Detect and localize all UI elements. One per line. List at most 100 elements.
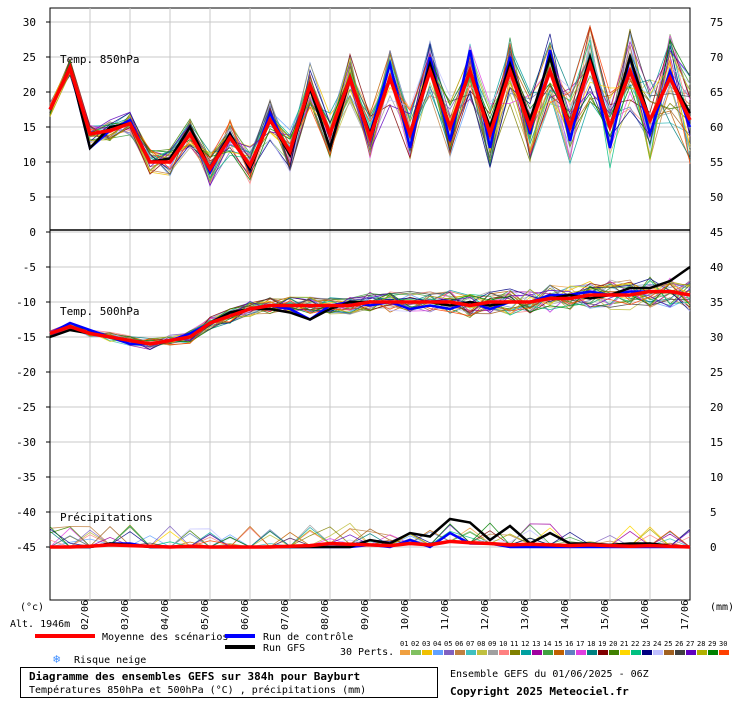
left-tick-label: -30 [16,436,36,449]
perturbation-swatch [598,650,608,655]
date-tick-label: 04/06 [160,600,171,630]
right-tick-label: 5 [710,506,717,519]
copyright: Copyright 2025 Meteociel.fr [450,685,629,698]
perturbation-swatch [697,650,707,655]
panel-label-t500: Temp. 500hPa [60,305,139,318]
left-tick-label: 5 [29,191,36,204]
right-tick-label: 50 [710,191,723,204]
perturbation-swatch [466,650,476,655]
gefs-ensemble-chart: 30 25 20 15 10 5 0 -5 -10 -15 -20 -25 -30 -35 -40 -45 75… [0,0,740,700]
perturbation-swatch [477,650,487,655]
perturbation-number: 04 [433,640,441,648]
left-tick-label: -35 [16,471,36,484]
date-tick-label: 17/06 [680,600,691,630]
left-unit-label: (°c) [20,602,44,613]
perturbation-number: 16 [565,640,573,648]
left-tick-label: 25 [23,51,36,64]
right-tick-label: 70 [710,51,723,64]
right-tick-label: 55 [710,156,723,169]
date-tick-label: 09/06 [360,600,371,630]
perturbation-swatch [719,650,729,655]
perturbation-number: 09 [488,640,496,648]
perturbation-swatch [510,650,520,655]
legend-label-control: Run de contrôle [263,631,353,643]
right-tick-label: 65 [710,86,723,99]
perturbation-swatch [433,650,443,655]
perturbation-number: 27 [686,640,694,648]
date-tick-label: 16/06 [640,600,651,630]
footer-title-box: Diagramme des ensembles GEFS sur 384h po… [20,667,438,698]
date-tick-label: 13/06 [520,600,531,630]
chart-canvas: 302520151050-5-10-15-20-25-30-35-40-4575… [10,7,734,666]
perturbation-number: 05 [444,640,452,648]
left-tick-label: 15 [23,121,36,134]
perturbation-number: 26 [675,640,683,648]
perturbation-number: 03 [422,640,430,648]
right-tick-label: 75 [710,16,723,29]
snowflake-icon: ❄ [53,652,60,666]
panel-label-precip: Précipitations [60,511,153,524]
perturbation-number: 01 [400,640,408,648]
perturbation-swatch [675,650,685,655]
right-tick-label: 10 [710,471,723,484]
perturbation-swatch [576,650,586,655]
right-tick-label: 0 [710,541,717,554]
right-tick-label: 15 [710,436,723,449]
perturbation-swatch [664,650,674,655]
left-tick-label: -15 [16,331,36,344]
perturbation-number: 08 [477,640,485,648]
chart-title: Diagramme des ensembles GEFS sur 384h po… [29,670,361,683]
perturbation-swatch [455,650,465,655]
left-tick-label: -25 [16,401,36,414]
date-tick-label: 03/06 [120,600,131,630]
right-tick-label: 30 [710,331,723,344]
perturbation-swatch [532,650,542,655]
perturbation-swatch [642,650,652,655]
right-tick-label: 20 [710,401,723,414]
date-tick-label: 15/06 [600,600,611,630]
legend-label-gfs: Run GFS [263,643,305,654]
date-tick-label: 07/06 [280,600,291,630]
perturbation-number: 28 [697,640,705,648]
perturbation-swatch [488,650,498,655]
perturbation-number: 25 [664,640,672,648]
perturbation-number: 11 [510,640,518,648]
right-tick-label: 45 [710,226,723,239]
perturbation-swatch [708,650,718,655]
perturbation-number: 14 [543,640,551,648]
perturbation-number: 12 [521,640,529,648]
perturbation-number: 13 [532,640,540,648]
left-tick-label: 30 [23,16,36,29]
chart-subtitle: Températures 850hPa et 500hPa (°C) , pré… [29,685,367,696]
date-tick-label: 12/06 [480,600,491,630]
perturbation-number: 06 [455,640,463,648]
perturbation-number: 30 [719,640,727,648]
perturbation-swatch [543,650,553,655]
perturbation-swatch [686,650,696,655]
date-tick-label: 05/06 [200,600,211,630]
perturbation-swatch [499,650,509,655]
altitude-label: Alt. 1946m [10,619,70,630]
right-unit-label: (mm) [710,602,734,613]
right-tick-label: 35 [710,296,723,309]
perturbation-swatch [653,650,663,655]
perturbation-number: 15 [554,640,562,648]
perturbation-swatch [609,650,619,655]
perturbation-swatch [521,650,531,655]
legend-label-snow: Risque neige [74,655,146,666]
right-tick-label: 60 [710,121,723,134]
perturbation-swatch [587,650,597,655]
left-tick-label: 0 [29,226,36,239]
perturbation-number: 29 [708,640,716,648]
perturbation-swatch [422,650,432,655]
left-tick-label: -20 [16,366,36,379]
run-info: Ensemble GEFS du 01/06/2025 - 06Z [450,669,649,680]
date-tick-label: 06/06 [240,600,251,630]
left-tick-label: -5 [23,261,36,274]
date-tick-label: 11/06 [440,600,451,630]
perturbation-swatch [620,650,630,655]
left-tick-label: -10 [16,296,36,309]
perturbation-swatch [444,650,454,655]
perturbation-swatch [400,650,410,655]
date-tick-label: 14/06 [560,600,571,630]
